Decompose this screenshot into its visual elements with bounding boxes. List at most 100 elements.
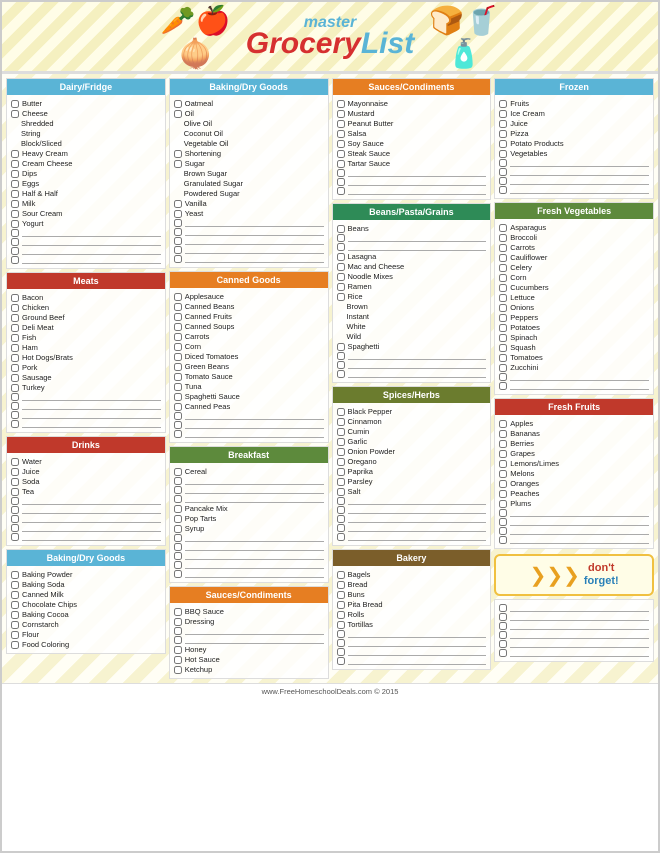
checkbox[interactable]: [499, 382, 507, 390]
checkbox[interactable]: [499, 120, 507, 128]
checkbox[interactable]: [499, 130, 507, 138]
checkbox[interactable]: [499, 274, 507, 282]
checkbox[interactable]: [499, 649, 507, 657]
checkbox[interactable]: [11, 100, 19, 108]
checkbox[interactable]: [11, 571, 19, 579]
checkbox[interactable]: [11, 374, 19, 382]
checkbox[interactable]: [174, 486, 182, 494]
checkbox[interactable]: [499, 430, 507, 438]
checkbox[interactable]: [174, 421, 182, 429]
checkbox[interactable]: [499, 460, 507, 468]
checkbox[interactable]: [499, 244, 507, 252]
checkbox[interactable]: [337, 621, 345, 629]
checkbox[interactable]: [337, 497, 345, 505]
checkbox[interactable]: [174, 412, 182, 420]
checkbox[interactable]: [174, 323, 182, 331]
checkbox[interactable]: [499, 613, 507, 621]
checkbox[interactable]: [337, 361, 345, 369]
checkbox[interactable]: [499, 234, 507, 242]
checkbox[interactable]: [499, 177, 507, 185]
checkbox[interactable]: [337, 630, 345, 638]
checkbox[interactable]: [337, 601, 345, 609]
checkbox[interactable]: [337, 448, 345, 456]
checkbox[interactable]: [11, 478, 19, 486]
checkbox[interactable]: [11, 294, 19, 302]
checkbox[interactable]: [11, 238, 19, 246]
checkbox[interactable]: [174, 646, 182, 654]
checkbox[interactable]: [337, 263, 345, 271]
checkbox[interactable]: [11, 384, 19, 392]
checkbox[interactable]: [337, 187, 345, 195]
checkbox[interactable]: [174, 219, 182, 227]
checkbox[interactable]: [337, 352, 345, 360]
checkbox[interactable]: [174, 150, 182, 158]
checkbox[interactable]: [11, 324, 19, 332]
checkbox[interactable]: [11, 150, 19, 158]
checkbox[interactable]: [174, 160, 182, 168]
checkbox[interactable]: [337, 243, 345, 251]
checkbox[interactable]: [337, 571, 345, 579]
checkbox[interactable]: [174, 110, 182, 118]
checkbox[interactable]: [337, 657, 345, 665]
checkbox[interactable]: [499, 527, 507, 535]
checkbox[interactable]: [11, 458, 19, 466]
checkbox[interactable]: [174, 656, 182, 664]
checkbox[interactable]: [174, 570, 182, 578]
checkbox[interactable]: [11, 631, 19, 639]
checkbox[interactable]: [11, 601, 19, 609]
checkbox[interactable]: [174, 237, 182, 245]
checkbox[interactable]: [337, 506, 345, 514]
checkbox[interactable]: [499, 440, 507, 448]
checkbox[interactable]: [337, 639, 345, 647]
checkbox[interactable]: [337, 343, 345, 351]
checkbox[interactable]: [11, 497, 19, 505]
checkbox[interactable]: [174, 403, 182, 411]
checkbox[interactable]: [499, 604, 507, 612]
checkbox[interactable]: [499, 334, 507, 342]
checkbox[interactable]: [11, 344, 19, 352]
checkbox[interactable]: [11, 170, 19, 178]
checkbox[interactable]: [337, 178, 345, 186]
checkbox[interactable]: [11, 393, 19, 401]
checkbox[interactable]: [174, 333, 182, 341]
checkbox[interactable]: [11, 468, 19, 476]
checkbox[interactable]: [11, 524, 19, 532]
checkbox[interactable]: [499, 373, 507, 381]
checkbox[interactable]: [499, 159, 507, 167]
checkbox[interactable]: [174, 210, 182, 218]
checkbox[interactable]: [11, 515, 19, 523]
checkbox[interactable]: [11, 621, 19, 629]
checkbox[interactable]: [337, 140, 345, 148]
checkbox[interactable]: [499, 314, 507, 322]
checkbox[interactable]: [11, 229, 19, 237]
checkbox[interactable]: [11, 334, 19, 342]
checkbox[interactable]: [337, 370, 345, 378]
checkbox[interactable]: [174, 303, 182, 311]
checkbox[interactable]: [11, 190, 19, 198]
checkbox[interactable]: [499, 224, 507, 232]
checkbox[interactable]: [499, 420, 507, 428]
checkbox[interactable]: [337, 488, 345, 496]
checkbox[interactable]: [174, 255, 182, 263]
checkbox[interactable]: [174, 100, 182, 108]
checkbox[interactable]: [11, 220, 19, 228]
checkbox[interactable]: [337, 418, 345, 426]
checkbox[interactable]: [337, 293, 345, 301]
checkbox[interactable]: [337, 524, 345, 532]
checkbox[interactable]: [499, 536, 507, 544]
checkbox[interactable]: [337, 160, 345, 168]
checkbox[interactable]: [499, 264, 507, 272]
checkbox[interactable]: [337, 120, 345, 128]
checkbox[interactable]: [499, 150, 507, 158]
checkbox[interactable]: [174, 543, 182, 551]
checkbox[interactable]: [11, 210, 19, 218]
checkbox[interactable]: [174, 477, 182, 485]
checkbox[interactable]: [174, 608, 182, 616]
checkbox[interactable]: [337, 234, 345, 242]
checkbox[interactable]: [499, 254, 507, 262]
checkbox[interactable]: [499, 100, 507, 108]
checkbox[interactable]: [499, 284, 507, 292]
checkbox[interactable]: [174, 618, 182, 626]
checkbox[interactable]: [174, 383, 182, 391]
checkbox[interactable]: [499, 344, 507, 352]
